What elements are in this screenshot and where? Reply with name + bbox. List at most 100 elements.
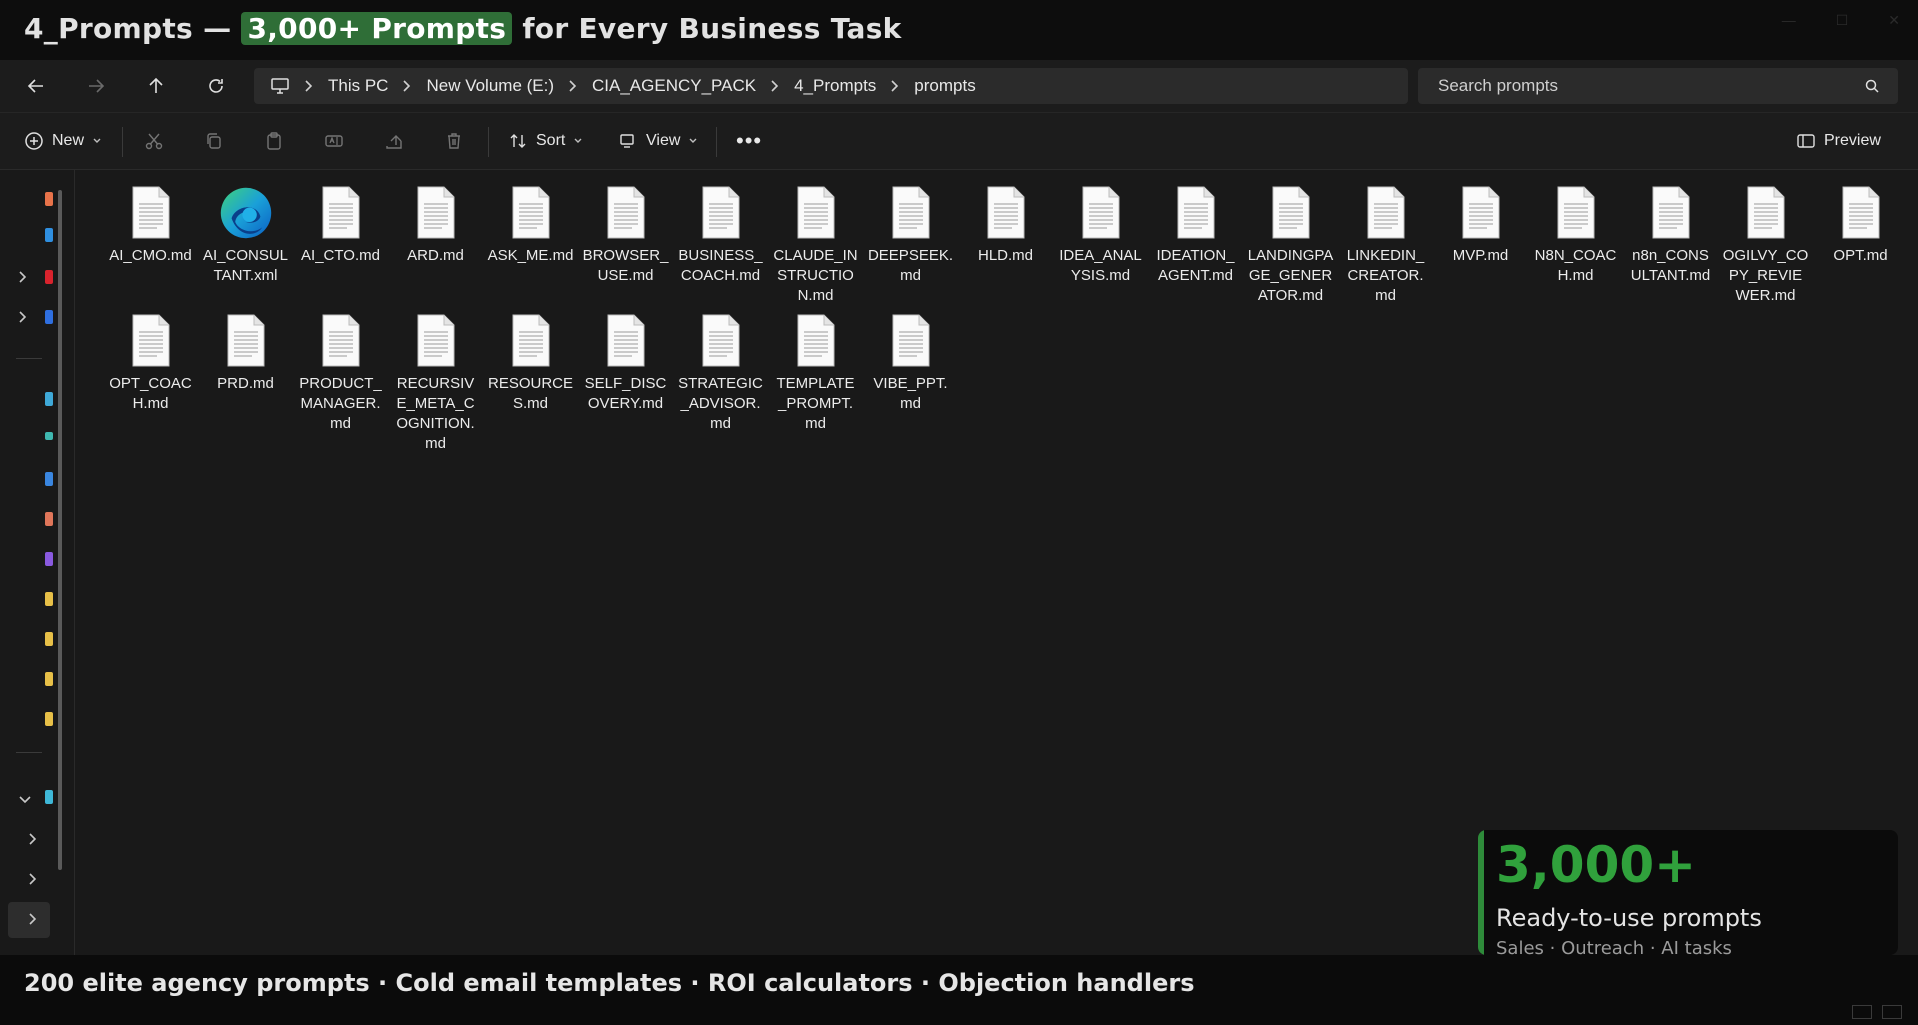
view-label: View <box>646 132 681 149</box>
minimize-icon[interactable]: — <box>1782 12 1796 29</box>
folder-icon[interactable] <box>45 632 53 646</box>
sort-button[interactable]: Sort <box>508 123 583 159</box>
file-item[interactable]: PRD.md <box>198 310 293 454</box>
file-item[interactable]: CLAUDE_INSTRUCTION.md <box>768 182 863 306</box>
file-item[interactable]: IDEATION_AGENT.md <box>1148 182 1243 306</box>
document-icon <box>1644 182 1698 244</box>
arrow-up-icon <box>149 77 163 93</box>
sort-icon <box>510 134 526 148</box>
file-item[interactable]: IDEA_ANALYSIS.md <box>1053 182 1148 306</box>
folder-icon[interactable] <box>45 592 53 606</box>
document-icon <box>504 182 558 244</box>
close-icon[interactable]: ✕ <box>1888 12 1900 29</box>
search-icon[interactable] <box>1864 78 1880 99</box>
paste-button[interactable] <box>264 123 284 159</box>
cut-button[interactable] <box>144 123 164 159</box>
file-item[interactable]: PRODUCT_MANAGER.md <box>293 310 388 454</box>
refresh-button[interactable] <box>198 68 234 104</box>
documents-icon[interactable] <box>45 472 53 486</box>
file-item[interactable]: ASK_ME.md <box>483 182 578 306</box>
file-item[interactable]: DEEPSEEK.md <box>863 182 958 306</box>
folder-icon[interactable] <box>45 712 53 726</box>
cloud-drive-icon[interactable] <box>45 270 53 284</box>
search-input[interactable] <box>1436 75 1840 97</box>
clipboard-icon <box>267 132 281 150</box>
preview-button[interactable]: Preview <box>1796 123 1881 159</box>
file-item[interactable]: AI_CONSULTANT.xml <box>198 182 293 306</box>
toolbar-divider <box>122 127 123 157</box>
more-options-button[interactable]: ••• <box>736 123 762 159</box>
file-item[interactable]: TEMPLATE_PROMPT.md <box>768 310 863 454</box>
delete-button[interactable] <box>444 123 464 159</box>
file-item[interactable]: OPT.md <box>1813 182 1908 306</box>
view-button[interactable]: View <box>618 123 698 159</box>
home-icon[interactable] <box>45 192 53 206</box>
file-item[interactable]: RECURSIVE_META_COGNITION.md <box>388 310 483 454</box>
details-view-icon[interactable] <box>1852 1005 1872 1019</box>
document-icon <box>1739 182 1793 244</box>
file-item[interactable]: VIBE_PPT.md <box>863 310 958 454</box>
onedrive-icon[interactable] <box>45 310 53 324</box>
file-item[interactable]: MVP.md <box>1433 182 1528 306</box>
view-toggles <box>1852 1005 1902 1019</box>
file-item[interactable]: OGILVY_COPY_REVIEWER.md <box>1718 182 1813 306</box>
gallery-icon[interactable] <box>45 228 53 242</box>
maximize-icon[interactable]: ☐ <box>1836 12 1849 29</box>
file-item[interactable]: n8n_CONSULTANT.md <box>1623 182 1718 306</box>
document-icon <box>1834 182 1888 244</box>
breadcrumb-prompts[interactable]: prompts <box>914 76 975 96</box>
folder-icon[interactable] <box>45 672 53 686</box>
document-icon <box>1169 182 1223 244</box>
file-name: AI_CONSULTANT.xml <box>202 247 289 284</box>
share-button[interactable] <box>384 123 404 159</box>
chevron-right-icon[interactable] <box>28 832 38 851</box>
file-name: AI_CMO.md <box>109 247 192 264</box>
document-icon <box>1074 182 1128 244</box>
search-box[interactable] <box>1418 68 1898 104</box>
new-button[interactable]: New <box>24 123 102 159</box>
file-item[interactable]: STRATEGIC_ADVISOR.md <box>673 310 768 454</box>
sidebar-scrollbar[interactable] <box>58 190 62 870</box>
file-item[interactable]: AI_CTO.md <box>293 182 388 306</box>
scissors-icon <box>145 133 163 150</box>
breadcrumb-this-pc[interactable]: This PC <box>328 76 388 96</box>
file-item[interactable]: BUSINESS_COACH.md <box>673 182 768 306</box>
document-icon <box>409 182 463 244</box>
file-item[interactable]: RESOURCES.md <box>483 310 578 454</box>
file-item[interactable]: LINKEDIN_CREATOR.md <box>1338 182 1433 306</box>
file-item[interactable]: LANDINGPAGE_GENERATOR.md <box>1243 182 1338 306</box>
desktop-icon[interactable] <box>45 392 53 406</box>
up-button[interactable] <box>138 68 174 104</box>
chevron-right-icon[interactable] <box>18 270 28 289</box>
chevron-right-icon[interactable] <box>28 912 38 931</box>
downloads-icon[interactable] <box>45 432 53 440</box>
breadcrumb-4-prompts[interactable]: 4_Prompts <box>794 76 876 96</box>
rename-button[interactable] <box>324 123 344 159</box>
file-item[interactable]: AI_CMO.md <box>103 182 198 306</box>
file-item[interactable]: BROWSER_USE.md <box>578 182 673 306</box>
sort-label: Sort <box>536 132 566 149</box>
tiles-view-icon[interactable] <box>1882 1005 1902 1019</box>
address-bar[interactable]: This PC New Volume (E:) CIA_AGENCY_PACK … <box>254 68 1408 104</box>
back-button[interactable] <box>18 68 54 104</box>
file-name: IDEATION_AGENT.md <box>1156 247 1235 284</box>
breadcrumb-new-volume[interactable]: New Volume (E:) <box>426 76 554 96</box>
file-item[interactable]: ARD.md <box>388 182 483 306</box>
this-pc-icon[interactable] <box>45 790 53 804</box>
promo-count: 3,000+ <box>1496 836 1697 894</box>
forward-button[interactable] <box>78 68 114 104</box>
file-item[interactable]: N8N_COACH.md <box>1528 182 1623 306</box>
copy-button[interactable] <box>204 123 224 159</box>
file-item[interactable]: SELF_DISCOVERY.md <box>578 310 673 454</box>
file-item[interactable]: HLD.md <box>958 182 1053 306</box>
chevron-right-icon[interactable] <box>28 872 38 891</box>
breadcrumb-agency-pack[interactable]: CIA_AGENCY_PACK <box>592 76 756 96</box>
file-item[interactable]: OPT_COACH.md <box>103 310 198 454</box>
chevron-down-icon[interactable] <box>18 792 32 810</box>
pictures-icon[interactable] <box>45 512 53 526</box>
caption-text: 200 elite agency prompts · Cold email te… <box>24 969 1195 997</box>
file-name: LANDINGPAGE_GENERATOR.md <box>1247 247 1334 304</box>
chevron-right-icon[interactable] <box>18 310 28 329</box>
file-name: ASK_ME.md <box>487 247 574 264</box>
music-icon[interactable] <box>45 552 53 566</box>
